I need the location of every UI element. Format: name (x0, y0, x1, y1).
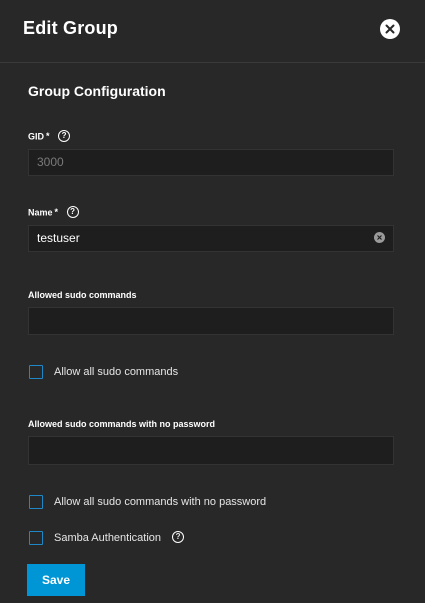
dialog-header: Edit Group (0, 0, 425, 63)
help-icon[interactable]: ? (66, 206, 79, 218)
allow-all-sudo-checkbox[interactable] (29, 365, 43, 379)
sudo-nopasswd-field[interactable] (28, 436, 394, 465)
sudo-nopasswd-label: Allowed sudo commands with no password (28, 419, 216, 429)
close-button[interactable] (380, 19, 400, 39)
sudo-commands-field[interactable] (28, 307, 394, 335)
gid-label: GID * ? (28, 130, 71, 143)
close-icon (385, 24, 395, 34)
name-field[interactable]: testuser (28, 225, 394, 252)
help-icon[interactable]: ? (172, 531, 185, 544)
clear-icon[interactable] (374, 232, 385, 243)
name-label: Name * ? (28, 206, 79, 219)
section-title: Group Configuration (28, 83, 166, 99)
allow-all-sudo-label: Allow all sudo commands (54, 366, 179, 378)
samba-auth-label: Samba Authentication ? (54, 531, 185, 544)
sudo-commands-label: Allowed sudo commands (28, 290, 137, 300)
gid-field[interactable]: 3000 (28, 149, 394, 176)
samba-auth-checkbox[interactable] (29, 531, 43, 545)
dialog-title: Edit Group (23, 18, 118, 38)
allow-all-sudo-nopasswd-label: Allow all sudo commands with no password (54, 496, 267, 508)
save-button[interactable]: Save (27, 564, 85, 596)
allow-all-sudo-nopasswd-checkbox[interactable] (29, 495, 43, 509)
help-icon[interactable]: ? (58, 130, 71, 142)
